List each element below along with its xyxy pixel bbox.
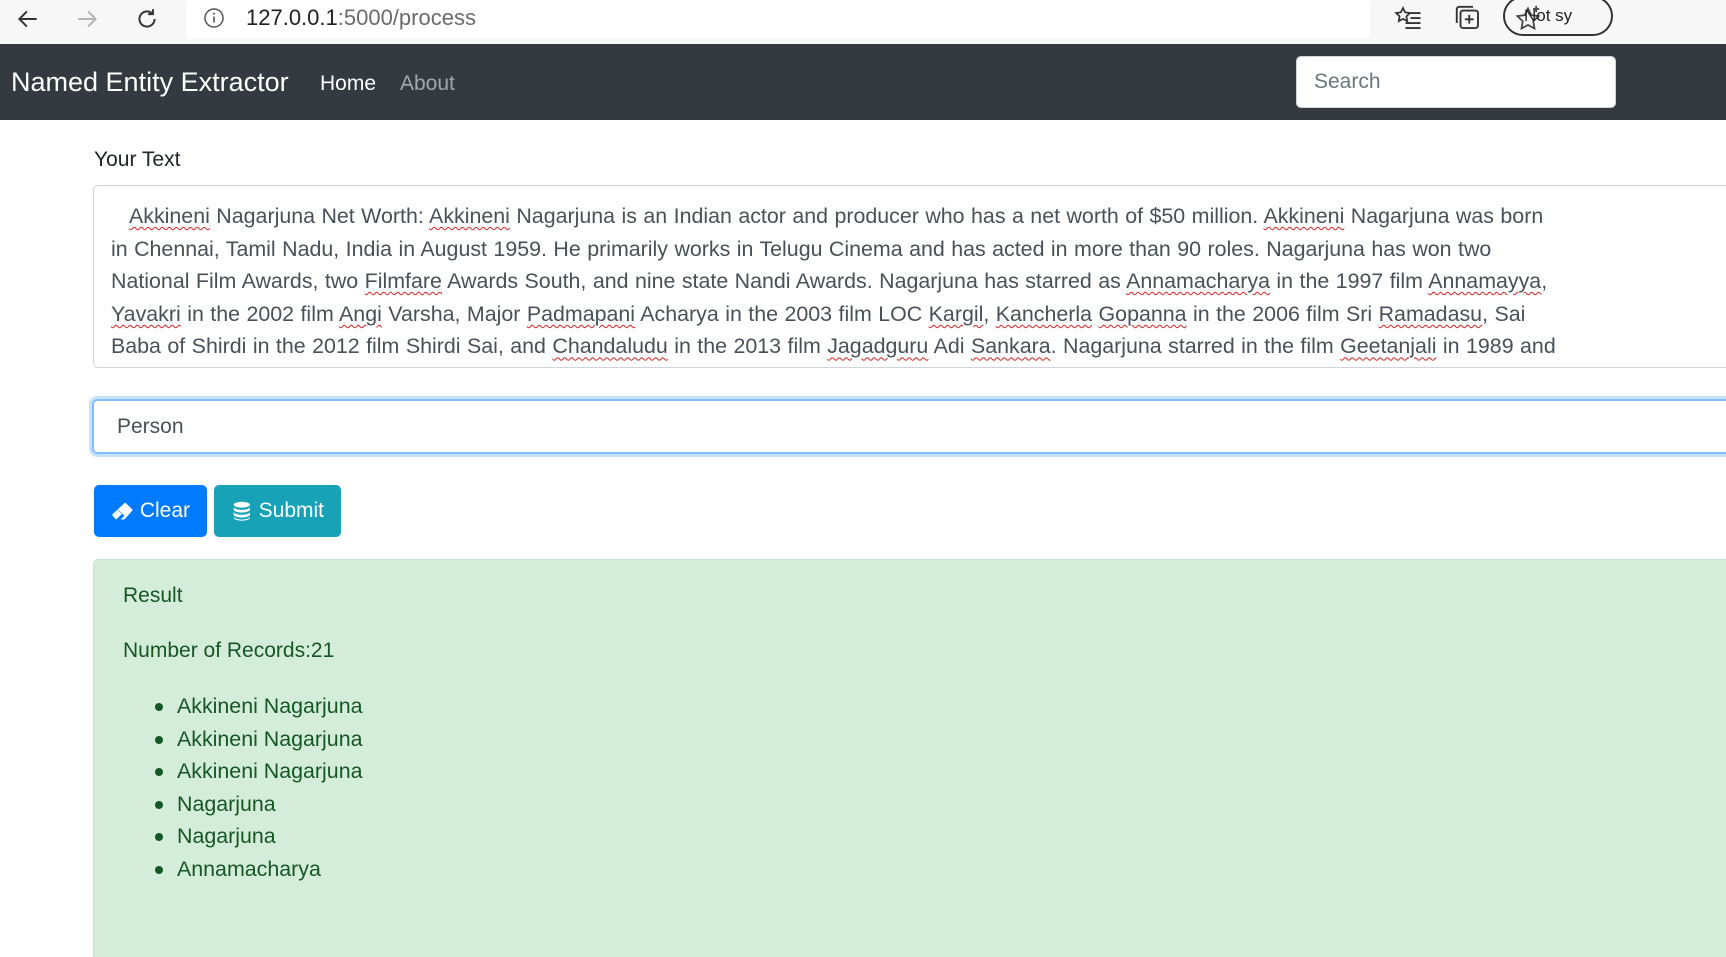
misspelled-word: Annamacharya bbox=[1126, 269, 1270, 294]
record-count-label: Number of Records: bbox=[123, 639, 311, 662]
misspelled-word: Geetanjali bbox=[1340, 334, 1437, 359]
text-segment: Adi bbox=[928, 334, 971, 359]
text-segment: Nagarjuna Net Worth: bbox=[209, 204, 430, 228]
app-navbar: Named Entity Extractor Home About bbox=[0, 44, 1726, 120]
text-segment: , bbox=[1541, 269, 1548, 294]
clear-button-label: Clear bbox=[139, 499, 190, 522]
back-arrow-icon bbox=[17, 10, 37, 28]
text-segment: in the 2002 film bbox=[180, 301, 340, 326]
text-segment: , bbox=[983, 301, 996, 326]
favorites-list-icon[interactable] bbox=[1392, 3, 1424, 33]
misspelled-word: Yavakri bbox=[111, 301, 181, 326]
forward-button[interactable] bbox=[67, 0, 107, 38]
navbar-brand[interactable]: Named Entity Extractor bbox=[11, 65, 289, 99]
misspelled-word: Padmapani bbox=[526, 301, 636, 326]
misspelled-word: Annamayya bbox=[1428, 269, 1542, 294]
text-segment: Awards South, and nine state Nandi Award… bbox=[441, 269, 1127, 294]
address-bar[interactable]: 127.0.0.1:5000/process bbox=[186, 0, 1541, 38]
misspelled-word: Gopanna bbox=[1098, 301, 1187, 326]
browser-toolbar: 127.0.0.1:5000/process Not sy bbox=[0, 0, 1726, 44]
text-segment: in the 1997 film bbox=[1269, 269, 1429, 294]
text-segment: in the 2006 film Sri bbox=[1186, 301, 1379, 326]
text-segment: Acharya in the 2003 film LOC bbox=[635, 301, 929, 326]
misspelled-word: Akkineni bbox=[1263, 204, 1345, 228]
entity-list-item: Nagarjuna bbox=[155, 820, 363, 853]
url-path: :5000/process bbox=[337, 5, 476, 30]
misspelled-word: Sankara bbox=[970, 334, 1051, 359]
entity-list-item: Annamacharya bbox=[155, 853, 363, 886]
entity-list-item: Nagarjuna bbox=[155, 788, 363, 821]
text-input-content: Akkineni Nagarjuna Net Worth: Akkineni N… bbox=[111, 200, 1563, 367]
collections-icon[interactable] bbox=[1452, 3, 1484, 33]
entity-list: Akkineni Nagarjuna Akkineni Nagarjuna Akki… bbox=[155, 690, 363, 886]
submit-button[interactable]: Submit bbox=[214, 485, 341, 537]
url-text: 127.0.0.1:5000/process bbox=[246, 4, 476, 32]
record-count-value: 21 bbox=[310, 639, 335, 662]
misspelled-word: Kancherla bbox=[995, 301, 1093, 326]
profile-sync-button[interactable]: Not sy bbox=[1503, 0, 1613, 36]
record-count-line: Number of Records:21 bbox=[123, 638, 334, 664]
result-title: Result bbox=[123, 584, 183, 607]
refresh-icon bbox=[138, 9, 156, 28]
entity-type-input[interactable]: Person bbox=[92, 399, 1726, 454]
url-host: 127.0.0.1 bbox=[246, 5, 338, 30]
misspelled-word: Akkineni bbox=[429, 204, 510, 228]
result-panel: Result Number of Records:21 Akkineni Nag… bbox=[93, 559, 1726, 957]
text-segment: Varsha, Major bbox=[381, 301, 527, 326]
text-segment: Nagarjuna is an Indian actor and produce… bbox=[509, 204, 1264, 228]
text-input-label: Your Text bbox=[94, 148, 181, 171]
nav-link-home[interactable]: Home bbox=[320, 71, 376, 97]
misspelled-word: Filmfare bbox=[364, 269, 442, 294]
search-input[interactable] bbox=[1296, 56, 1616, 108]
misspelled-word: Ramadasu bbox=[1378, 301, 1483, 326]
misspelled-word: Angi bbox=[339, 301, 382, 326]
info-icon[interactable] bbox=[202, 6, 226, 30]
text-input-area[interactable]: Akkineni Nagarjuna Net Worth: Akkineni N… bbox=[93, 185, 1726, 368]
eraser-icon bbox=[111, 502, 133, 520]
misspelled-word: Kargil bbox=[928, 301, 984, 326]
refresh-button[interactable] bbox=[127, 0, 167, 38]
text-segment: in the 2013 film bbox=[667, 334, 828, 359]
text-segment: . Nagarjuna starred in the film bbox=[1050, 334, 1341, 359]
clear-button[interactable]: Clear bbox=[94, 485, 207, 537]
misspelled-word: Chandaludu bbox=[552, 334, 668, 359]
entity-type-value: Person bbox=[117, 414, 184, 438]
misspelled-word: Jagadguru bbox=[827, 334, 929, 359]
entity-list-item: Akkineni Nagarjuna bbox=[155, 723, 363, 756]
submit-button-label: Submit bbox=[258, 499, 324, 522]
forward-arrow-icon bbox=[78, 10, 98, 28]
misspelled-word: Akkineni bbox=[129, 204, 210, 228]
entity-list-item: Akkineni Nagarjuna bbox=[155, 755, 363, 788]
back-button[interactable] bbox=[8, 0, 48, 38]
entity-list-item: Akkineni Nagarjuna bbox=[155, 690, 363, 723]
database-icon bbox=[233, 501, 250, 521]
nav-link-about[interactable]: About bbox=[400, 71, 455, 97]
